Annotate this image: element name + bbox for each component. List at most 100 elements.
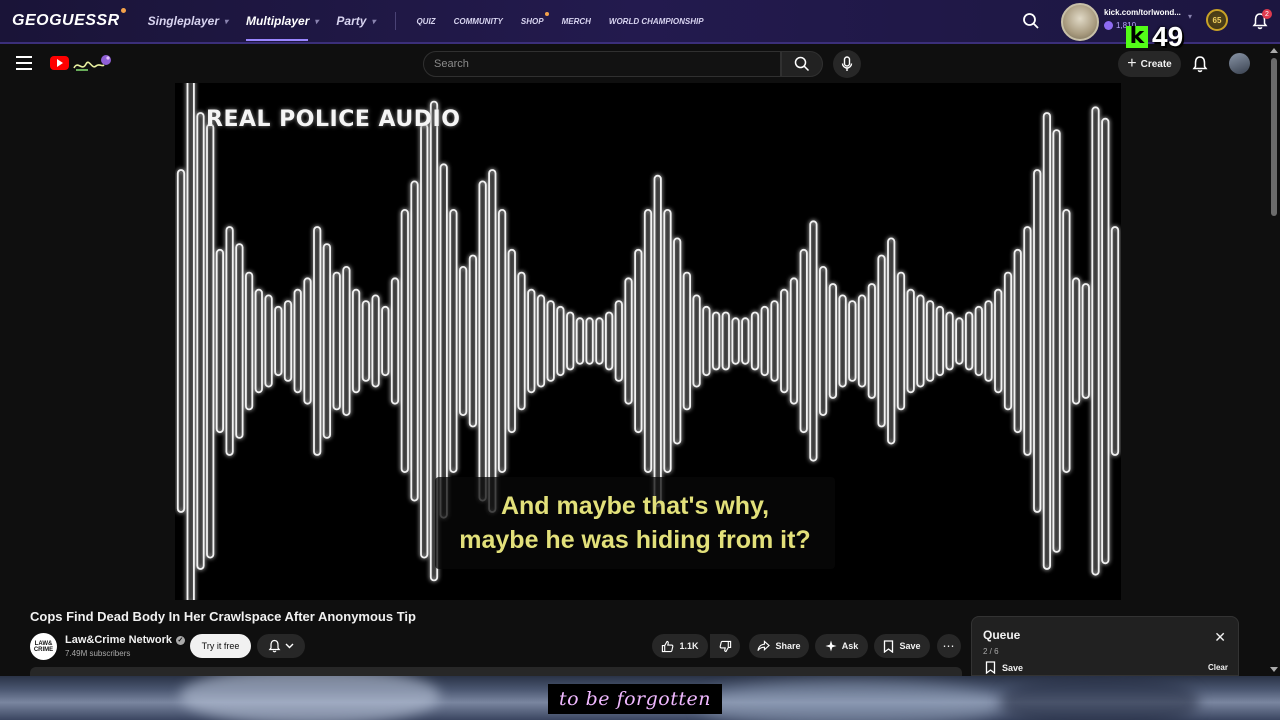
queue-panel: Queue 2 / 6 ✕ Save Clear bbox=[971, 616, 1239, 676]
try-it-free-button[interactable]: Try it free bbox=[190, 634, 251, 658]
notifications-bell-icon[interactable] bbox=[1192, 55, 1208, 73]
search-button[interactable] bbox=[781, 51, 823, 77]
nav-singleplayer[interactable]: Singleplayer ▾ bbox=[148, 14, 228, 28]
caption-line-1: And maybe that's why, bbox=[500, 492, 770, 520]
scroll-down-arrow-icon[interactable] bbox=[1270, 667, 1278, 672]
stream-caption: to be forgotten bbox=[548, 684, 722, 714]
waveform-bar bbox=[780, 288, 789, 394]
scroll-up-arrow-icon[interactable] bbox=[1270, 48, 1278, 53]
channel-name-text: Law&Crime Network bbox=[65, 634, 172, 646]
waveform-bar bbox=[1062, 209, 1071, 474]
nav-community[interactable]: COMMUNITY bbox=[454, 17, 503, 26]
waveform-bar bbox=[303, 277, 312, 405]
background-blur bbox=[180, 676, 440, 720]
channel-avatar[interactable]: LAW& CRIME bbox=[30, 633, 57, 660]
waveform-bar bbox=[507, 248, 516, 434]
page-scrollbar[interactable] bbox=[1268, 44, 1280, 676]
waveform-bar bbox=[702, 305, 711, 377]
search-icon[interactable] bbox=[1022, 12, 1040, 30]
chevron-down-icon bbox=[285, 643, 294, 649]
waveform-bar bbox=[264, 294, 273, 388]
save-label: Save bbox=[899, 641, 921, 651]
nav-quiz[interactable]: QUIZ bbox=[416, 17, 435, 26]
microphone-icon bbox=[841, 56, 853, 71]
waveform-bar bbox=[468, 254, 478, 428]
waveform-bar bbox=[604, 311, 614, 371]
waveform-bar bbox=[994, 288, 1003, 394]
subscription-bell-button[interactable] bbox=[257, 634, 305, 658]
nav-world-championship[interactable]: WORLD CHAMPIONSHIP bbox=[609, 17, 704, 26]
subscriber-count: 7.49M subscribers bbox=[65, 649, 131, 658]
video-captions: And maybe that's why, maybe he was hidin… bbox=[435, 477, 835, 569]
queue-clear-button[interactable]: Clear bbox=[1208, 663, 1228, 672]
share-button[interactable]: Share bbox=[749, 634, 809, 658]
channel-name[interactable]: Law&Crime Network ✓ bbox=[65, 634, 185, 646]
geoguessr-nav: Singleplayer ▾ Multiplayer ▾ Party ▾ QUIZ C… bbox=[148, 11, 704, 41]
youtube-logo-icon[interactable] bbox=[50, 56, 69, 70]
waveform-bar bbox=[614, 300, 623, 382]
description-box[interactable] bbox=[30, 667, 962, 676]
waveform-bar bbox=[857, 294, 867, 388]
waveform-bar bbox=[935, 305, 945, 377]
waveform-bar bbox=[789, 277, 799, 405]
waveform-bar bbox=[1033, 169, 1042, 513]
create-button[interactable]: + Create bbox=[1118, 51, 1181, 77]
nav-shop[interactable]: SHOP bbox=[520, 11, 549, 26]
nav-divider bbox=[395, 12, 397, 30]
waveform-bar bbox=[527, 288, 536, 394]
waveform-bar bbox=[1072, 277, 1081, 405]
more-actions-button[interactable]: ⋯ bbox=[937, 634, 961, 658]
waveform-bar bbox=[245, 271, 254, 411]
video-player[interactable]: REAL POLICE AUDIO And maybe that's why, … bbox=[175, 83, 1121, 600]
search-input[interactable]: Search bbox=[423, 51, 781, 77]
waveform-bar bbox=[760, 305, 769, 377]
account-avatar[interactable] bbox=[1229, 53, 1250, 74]
waveform-bar bbox=[867, 283, 876, 399]
username[interactable]: kick.com/torlwond... bbox=[1104, 8, 1181, 17]
kick-viewer-count: 49 bbox=[1152, 21, 1184, 52]
close-icon[interactable]: ✕ bbox=[1214, 630, 1226, 644]
waveform-bar bbox=[965, 311, 974, 371]
waveform-bar bbox=[721, 311, 730, 371]
user-avatar[interactable] bbox=[1061, 3, 1099, 41]
bookmark-icon bbox=[884, 639, 894, 653]
waveform-bar bbox=[254, 288, 263, 394]
waveform-bar bbox=[770, 300, 779, 382]
hamburger-menu-icon[interactable] bbox=[16, 56, 32, 70]
waveform-bar bbox=[196, 112, 205, 570]
nav-party[interactable]: Party ▾ bbox=[336, 14, 375, 28]
waveform-bar bbox=[410, 180, 419, 502]
waveform-bar bbox=[400, 209, 409, 474]
save-button[interactable]: Save bbox=[874, 634, 930, 658]
video-title: Cops Find Dead Body In Her Crawlspace Af… bbox=[30, 609, 416, 624]
waveform-bar bbox=[1013, 248, 1022, 434]
waveform-bar bbox=[741, 317, 750, 365]
share-label: Share bbox=[775, 641, 801, 651]
like-button[interactable]: 1.1K bbox=[652, 634, 708, 658]
waveform-bar bbox=[819, 265, 828, 416]
user-menu-chevron-icon[interactable]: ▾ bbox=[1188, 12, 1192, 21]
nav-shop-label: SHOP bbox=[520, 16, 544, 26]
queue-save-button[interactable]: Save bbox=[985, 661, 1023, 674]
dislike-button[interactable] bbox=[710, 634, 740, 658]
waveform-bar bbox=[643, 209, 653, 474]
waveform-bar bbox=[186, 83, 195, 600]
youtube-doodle-icon[interactable] bbox=[72, 52, 112, 74]
scrollbar-thumb[interactable] bbox=[1271, 58, 1277, 216]
sparkle-icon bbox=[825, 640, 837, 652]
background-blur bbox=[700, 680, 1000, 720]
waveform-bar bbox=[1023, 226, 1032, 456]
waveform-bar bbox=[809, 220, 818, 462]
nav-multiplayer[interactable]: Multiplayer ▾ bbox=[246, 14, 318, 41]
coin-icon bbox=[1104, 21, 1113, 30]
waveform-bar bbox=[1091, 106, 1100, 576]
nav-merch[interactable]: MERCH bbox=[562, 17, 591, 26]
bookmark-icon bbox=[985, 661, 996, 674]
bell-icon bbox=[268, 639, 281, 653]
geoguessr-logo[interactable]: GEOGUESSR bbox=[12, 8, 126, 30]
waveform-bar bbox=[1042, 112, 1052, 570]
ask-button[interactable]: Ask bbox=[815, 634, 868, 658]
level-badge: 65 bbox=[1206, 9, 1228, 31]
waveform-bar bbox=[828, 283, 838, 399]
voice-search-button[interactable] bbox=[833, 50, 861, 78]
